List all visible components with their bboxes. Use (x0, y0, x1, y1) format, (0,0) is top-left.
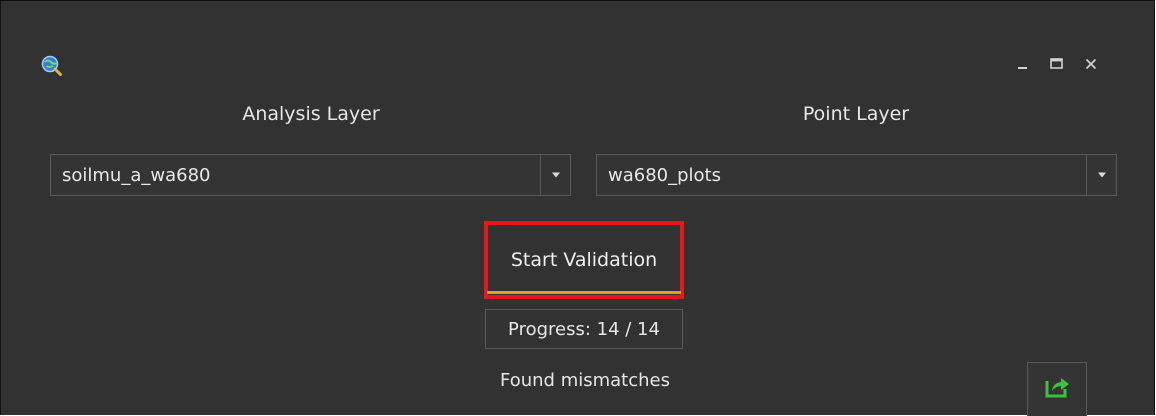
validation-window: Analysis Layer Point Layer soilmu_a_wa68… (0, 0, 1155, 416)
start-button-focus-underline (487, 291, 681, 294)
chevron-down-icon (551, 172, 560, 178)
minimize-icon (1018, 67, 1027, 69)
start-validation-button[interactable]: Start Validation (484, 221, 684, 299)
analysis-layer-dropdown[interactable]: soilmu_a_wa680 (50, 154, 571, 196)
maximize-button[interactable] (1044, 53, 1070, 75)
analysis-layer-dropdown-arrow[interactable] (540, 155, 570, 195)
maximize-icon (1050, 58, 1063, 69)
export-button[interactable] (1027, 362, 1087, 416)
close-button[interactable] (1078, 53, 1104, 75)
found-mismatches-label: Found mismatches (500, 370, 670, 391)
chevron-down-icon (1097, 172, 1106, 178)
analysis-layer-label: Analysis Layer (242, 103, 380, 125)
close-icon (1085, 58, 1097, 70)
magnifier-globe-icon (40, 54, 62, 76)
export-icon (1045, 378, 1069, 398)
minimize-button[interactable] (1010, 53, 1036, 75)
point-layer-value: wa680_plots (608, 164, 721, 186)
point-layer-dropdown[interactable]: wa680_plots (596, 154, 1117, 196)
point-layer-label: Point Layer (802, 103, 910, 125)
point-layer-dropdown-arrow[interactable] (1086, 155, 1116, 195)
progress-indicator: Progress: 14 / 14 (485, 309, 683, 349)
analysis-layer-value: soilmu_a_wa680 (62, 164, 211, 186)
start-validation-label: Start Validation (510, 249, 658, 271)
